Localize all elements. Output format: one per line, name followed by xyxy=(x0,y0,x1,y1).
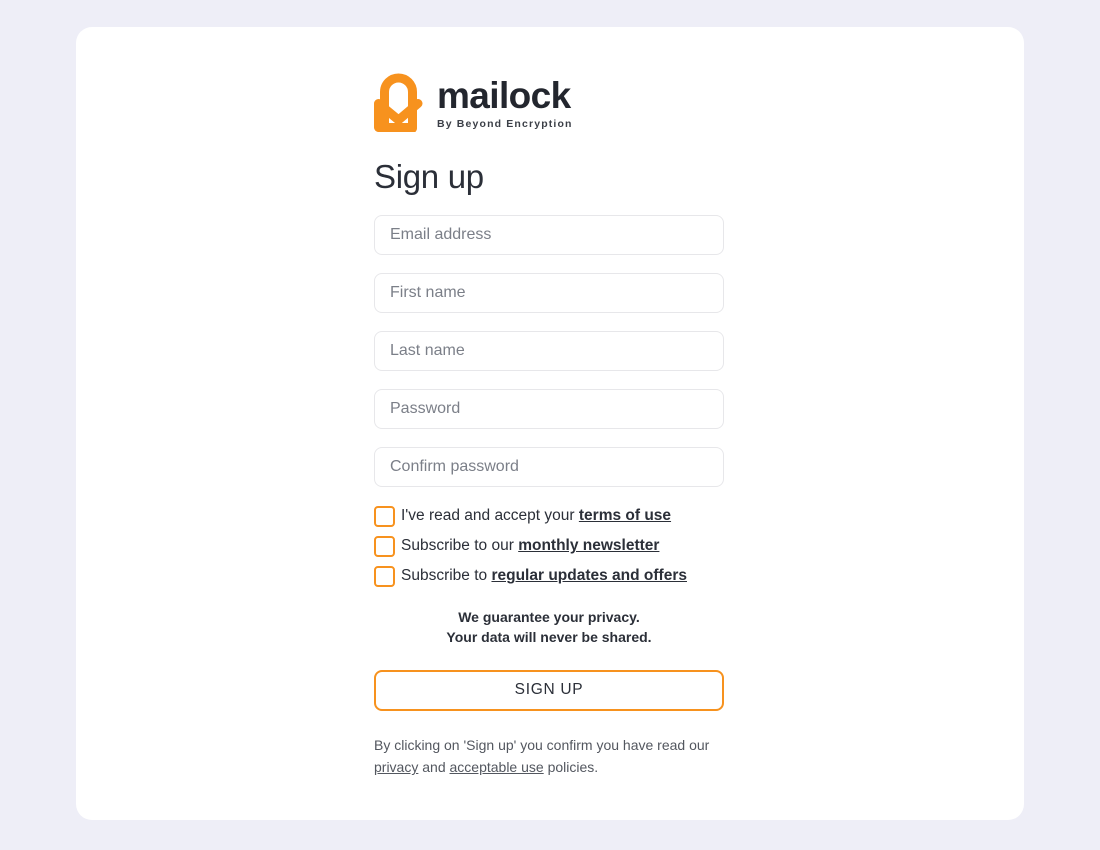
consent-text-newsletter: Subscribe to our xyxy=(401,537,519,555)
consent-row-offers[interactable]: Subscribe to regular updates and offers xyxy=(374,565,726,587)
brand-logo: mailock By Beyond Encryption xyxy=(374,70,726,132)
consent-row-newsletter[interactable]: Subscribe to our monthly newsletter xyxy=(374,535,726,557)
legal-disclaimer: By clicking on 'Sign up' you confirm you… xyxy=(374,734,724,779)
privacy-guarantee-line-2: Your data will never be shared. xyxy=(446,629,652,646)
confirm-password-field[interactable] xyxy=(374,447,724,487)
sign-up-button[interactable]: SIGN UP xyxy=(374,669,724,711)
field-group xyxy=(374,215,726,487)
mailock-padlock-envelope-logo-icon xyxy=(374,73,423,132)
privacy-policy-link[interactable]: privacy xyxy=(374,759,418,775)
email-field[interactable] xyxy=(374,215,724,255)
legal-text-part-3: policies. xyxy=(543,759,599,776)
monthly-newsletter-link[interactable]: monthly newsletter xyxy=(518,537,659,554)
last-name-field[interactable] xyxy=(374,331,724,371)
legal-text-part-1: By clicking on 'Sign up' you confirm you… xyxy=(374,736,710,753)
signup-page: mailock By Beyond Encryption Sign up I'v… xyxy=(0,0,1100,850)
privacy-guarantee-line-1: We guarantee your privacy. xyxy=(458,609,640,625)
brand-wordmark-block: mailock By Beyond Encryption xyxy=(437,73,573,130)
terms-of-use-link[interactable]: terms of use xyxy=(579,507,671,524)
signup-form: mailock By Beyond Encryption Sign up I'v… xyxy=(374,70,726,779)
checkbox-newsletter[interactable] xyxy=(374,535,395,557)
page-title: Sign up xyxy=(374,158,484,195)
acceptable-use-link[interactable]: acceptable use xyxy=(450,759,544,775)
signup-card: mailock By Beyond Encryption Sign up I'v… xyxy=(76,27,1024,820)
brand-name: mailock xyxy=(437,74,571,116)
privacy-guarantee: We guarantee your privacy. Your data wil… xyxy=(374,607,724,648)
consent-group: I've read and accept your terms of use S… xyxy=(374,505,726,587)
checkbox-offers[interactable] xyxy=(374,565,395,587)
consent-text-offers: Subscribe to xyxy=(401,567,492,585)
consent-row-terms[interactable]: I've read and accept your terms of use xyxy=(374,505,726,527)
legal-text-part-2: and xyxy=(418,759,450,776)
first-name-field[interactable] xyxy=(374,273,724,313)
password-field[interactable] xyxy=(374,389,724,429)
consent-label-offers: Subscribe to regular updates and offers xyxy=(401,568,687,584)
consent-label-newsletter: Subscribe to our monthly newsletter xyxy=(401,538,659,554)
brand-tagline: By Beyond Encryption xyxy=(437,117,573,130)
checkbox-terms[interactable] xyxy=(374,505,395,527)
updates-and-offers-link[interactable]: regular updates and offers xyxy=(491,567,687,584)
consent-label-terms: I've read and accept your terms of use xyxy=(401,508,671,524)
consent-text-terms: I've read and accept your xyxy=(401,507,579,525)
